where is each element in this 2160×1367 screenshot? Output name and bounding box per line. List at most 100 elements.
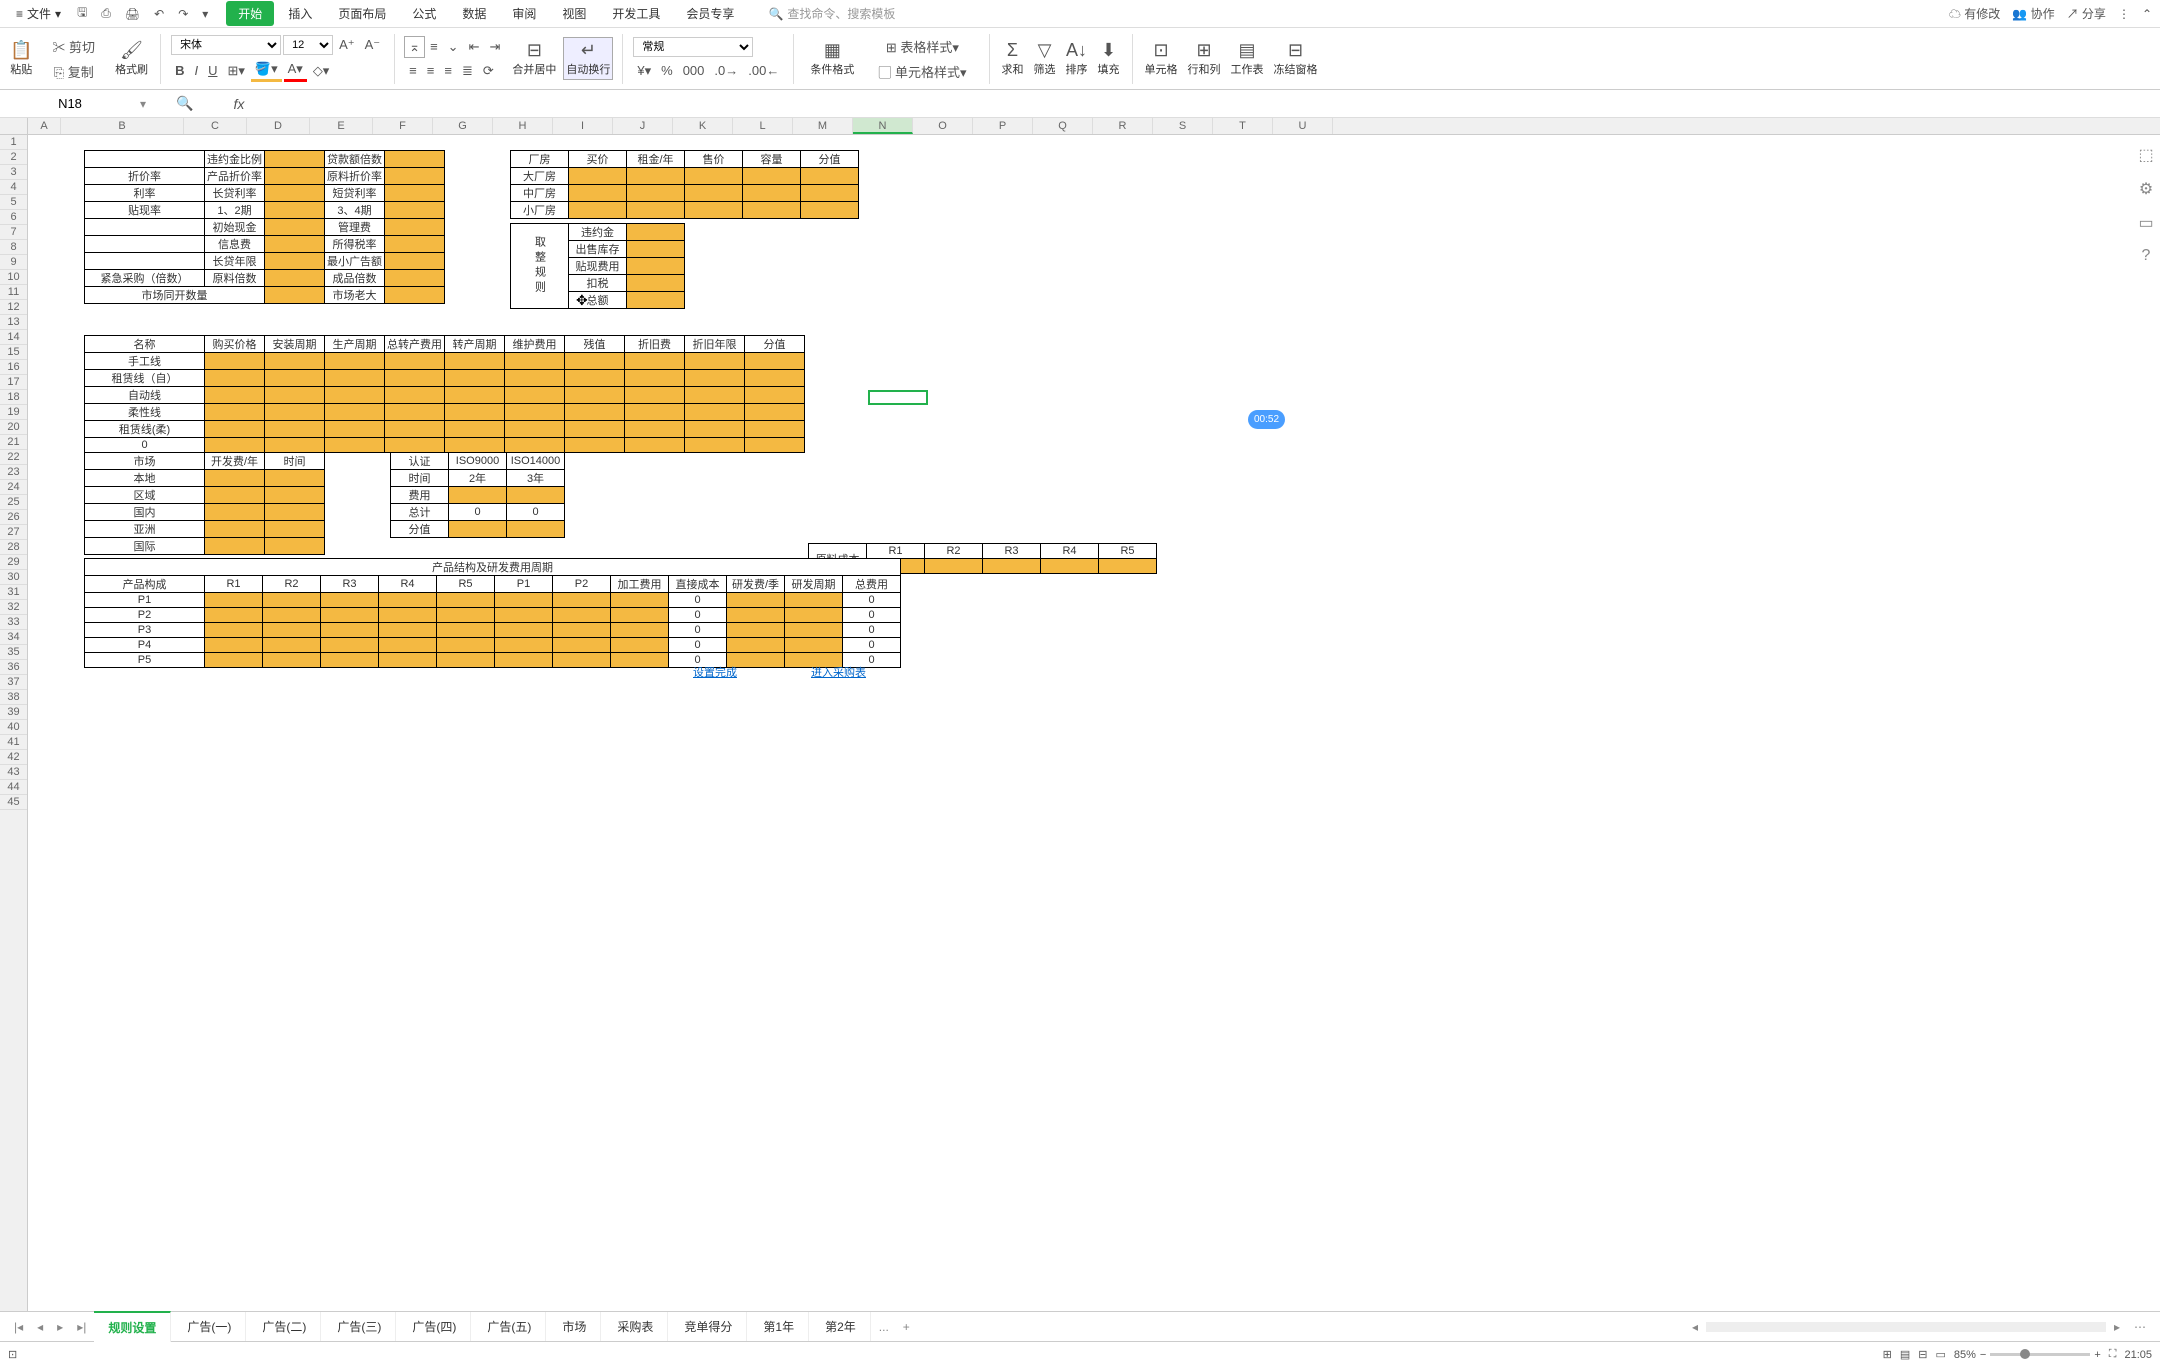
row-header[interactable]: 12 [0,300,27,315]
cell[interactable]: 长贷年限 [205,253,265,270]
cell[interactable] [445,353,505,370]
cell[interactable] [625,404,685,421]
font-color-icon[interactable]: A▾ [284,59,307,82]
cell[interactable]: 折旧年限 [685,336,745,353]
cell[interactable] [385,236,445,253]
col-header[interactable]: T [1213,118,1273,134]
cell[interactable]: 生产周期 [325,336,385,353]
cell[interactable] [745,387,805,404]
border-icon[interactable]: ⊞▾ [223,61,248,81]
cell[interactable]: 市场老大 [325,287,385,304]
cell[interactable] [727,608,785,623]
wrap-text-button[interactable]: ↵自动换行 [564,38,612,79]
row-header[interactable]: 37 [0,675,27,690]
zoom-slider[interactable] [1990,1353,2090,1356]
cell[interactable]: 产品构成 [85,576,205,593]
cell[interactable]: 分值 [745,336,805,353]
undo-icon[interactable]: ↶ [148,3,170,25]
cell[interactable] [85,151,205,168]
cell[interactable] [449,487,507,504]
worksheet-button[interactable]: ▤工作表 [1229,38,1266,79]
bold-icon[interactable]: B [171,61,188,80]
font-size-select[interactable]: 12 [283,35,333,55]
cell[interactable] [205,504,265,521]
indent-inc-icon[interactable]: ⇥ [485,37,504,57]
row-header[interactable]: 35 [0,645,27,660]
cell[interactable] [205,487,265,504]
cell[interactable] [321,653,379,668]
cell[interactable] [685,421,745,438]
sheet-tab-year2[interactable]: 第2年 [811,1312,871,1341]
cell[interactable]: 购买价格 [205,336,265,353]
cell[interactable]: 自动线 [85,387,205,404]
cell[interactable] [265,202,325,219]
justify-icon[interactable]: ≣ [458,61,477,81]
row-header[interactable]: 31 [0,585,27,600]
row-header[interactable]: 30 [0,570,27,585]
row-header[interactable]: 13 [0,315,27,330]
row-header[interactable]: 4 [0,180,27,195]
cell[interactable] [321,638,379,653]
cell[interactable]: 扣税 [569,275,627,292]
row-header[interactable]: 19 [0,405,27,420]
cell[interactable] [321,593,379,608]
zoom-level[interactable]: 85% [1954,1349,1976,1361]
row-header[interactable]: 26 [0,510,27,525]
inc-decimal-icon[interactable]: .0→ [710,61,742,80]
select-tool-icon[interactable]: ⬚ [2138,145,2153,165]
cell[interactable] [569,185,627,202]
zoom-in-icon[interactable]: + [2094,1349,2100,1361]
cell[interactable]: 管理费 [325,219,385,236]
col-header[interactable]: O [913,118,973,134]
cell[interactable]: 租金/年 [627,151,685,168]
cell[interactable] [265,270,325,287]
hscroll-left-icon[interactable]: ◂ [1686,1316,1704,1338]
cell[interactable] [727,623,785,638]
cell[interactable]: 维护费用 [505,336,565,353]
cell[interactable]: R3 [983,544,1041,559]
row-header[interactable]: 36 [0,660,27,675]
cell[interactable] [445,404,505,421]
cell[interactable]: R4 [1041,544,1099,559]
rowcol-button[interactable]: ⊞行和列 [1186,38,1223,79]
cell[interactable] [553,653,611,668]
cell[interactable]: 紧急采购（倍数） [85,270,205,287]
tab-vip[interactable]: 会员专享 [674,1,746,26]
cell[interactable] [505,370,565,387]
col-header[interactable]: S [1153,118,1213,134]
cell[interactable]: 0 [843,608,901,623]
cell[interactable] [437,593,495,608]
cell[interactable] [611,653,669,668]
cell[interactable]: 分值 [801,151,859,168]
cell[interactable] [505,353,565,370]
sheet-tab-ad1[interactable]: 广告(一) [173,1312,246,1341]
cell[interactable] [627,258,685,275]
sheet-add-icon[interactable]: + [897,1316,916,1338]
row-header[interactable]: 21 [0,435,27,450]
row-header[interactable]: 6 [0,210,27,225]
row-header[interactable]: 15 [0,345,27,360]
cell[interactable]: 折价率 [85,168,205,185]
cell[interactable]: 市场 [85,453,205,470]
cell[interactable]: R2 [263,576,321,593]
cell[interactable] [205,653,263,668]
cell[interactable] [627,168,685,185]
cell[interactable] [325,438,385,453]
cell[interactable] [627,202,685,219]
cell[interactable]: 直接成本 [669,576,727,593]
sheet-tab-ad4[interactable]: 广告(四) [398,1312,471,1341]
row-header[interactable]: 20 [0,420,27,435]
cell[interactable] [553,623,611,638]
sum-button[interactable]: Σ求和 [1000,38,1026,79]
cell[interactable] [627,185,685,202]
col-header[interactable]: R [1093,118,1153,134]
row-header[interactable]: 11 [0,285,27,300]
col-header[interactable]: J [613,118,673,134]
cell[interactable]: 本地 [85,470,205,487]
fx-icon[interactable]: 🔍 [156,95,213,112]
cell[interactable] [565,421,625,438]
cell[interactable]: 原料折价率 [325,168,385,185]
cell[interactable] [801,202,859,219]
cell[interactable] [85,219,205,236]
cell[interactable]: 0 [669,623,727,638]
